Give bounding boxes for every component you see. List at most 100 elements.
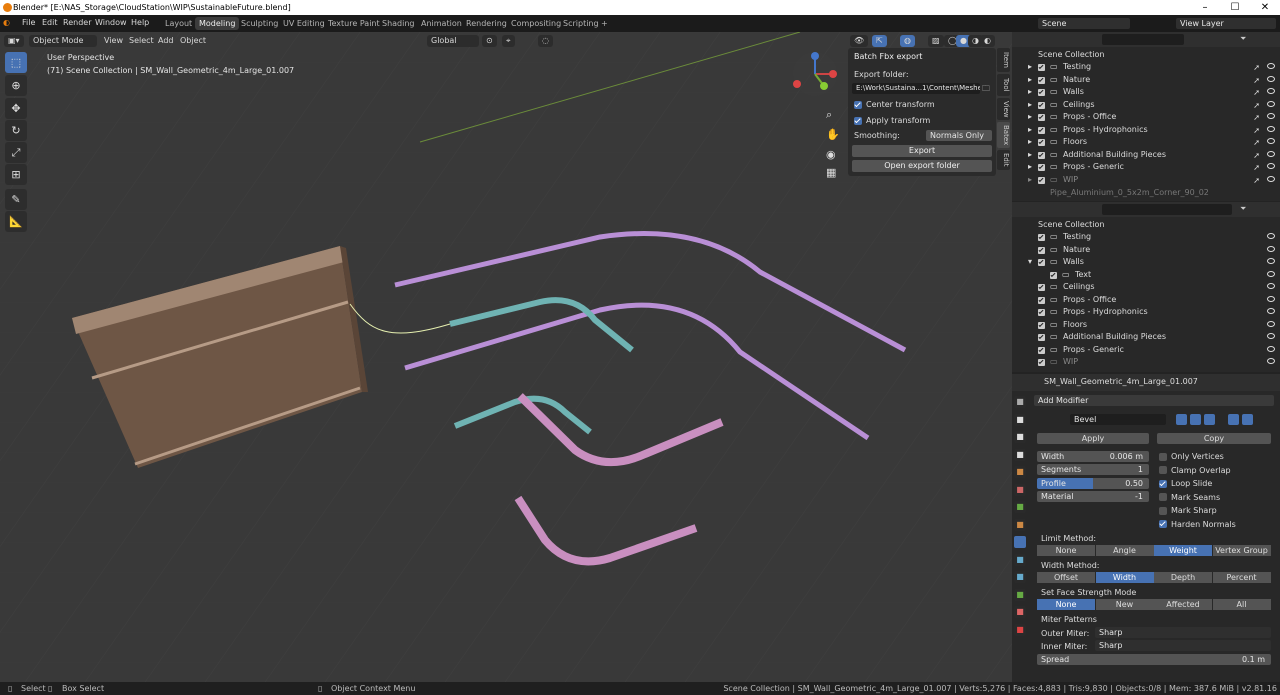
rendered-shading-icon[interactable]: ◐ (980, 35, 995, 47)
orientation-dropdown[interactable]: Global (427, 35, 479, 47)
scene-selector[interactable]: Scene (1038, 18, 1130, 29)
properties-tab-world-icon[interactable]: ■ (1014, 483, 1026, 496)
properties-tab-collection-icon[interactable]: ■ (1014, 501, 1026, 513)
visibility-eye-icon[interactable] (1267, 63, 1275, 69)
tab-animation[interactable]: Animation (417, 17, 466, 30)
add-modifier-dropdown[interactable]: Add Modifier (1034, 395, 1274, 406)
visibility-eye-icon[interactable] (1267, 295, 1275, 302)
outliner-item[interactable]: ▸ ▭ Floors ➚ (1012, 136, 1280, 148)
properties-tab-object-icon[interactable]: ■ (1014, 518, 1026, 531)
selectable-icon[interactable]: ➚ (1253, 125, 1260, 137)
annotate-tool-icon[interactable]: ✎ (5, 189, 27, 210)
exclude-checkbox[interactable] (1038, 296, 1045, 304)
exclude-checkbox[interactable] (1038, 114, 1045, 121)
visibility-eye-icon[interactable] (1267, 138, 1275, 144)
tab-layout[interactable]: Layout (161, 17, 196, 30)
exclude-checkbox[interactable] (1038, 64, 1045, 71)
outliner-item[interactable]: ▸ ▭ Ceilings ➚ (1012, 99, 1280, 111)
smoothing-dropdown[interactable]: Normals Only (926, 130, 992, 141)
exclude-checkbox[interactable] (1038, 346, 1045, 354)
outliner-item[interactable]: ▸ ▭ Walls ➚ (1012, 86, 1280, 98)
tab-modeling[interactable]: Modeling (195, 17, 240, 30)
outliner-item[interactable]: ▸ ▭ Props - Office ➚ (1012, 111, 1280, 123)
outliner2-item[interactable]: ▭ Props - Office (1012, 294, 1280, 306)
scale-tool-icon[interactable]: ⤢ (5, 142, 27, 163)
properties-tab-data-icon[interactable]: ■ (1014, 606, 1026, 618)
expand-arrow-icon[interactable]: ▸ (1028, 74, 1032, 86)
visibility-eye-icon[interactable] (1267, 245, 1275, 252)
checkbox-mark-sharp[interactable]: Mark Sharp (1159, 506, 1217, 515)
maximize-icon[interactable]: ☐ (1220, 0, 1250, 15)
exclude-checkbox[interactable] (1038, 126, 1045, 134)
exclude-checkbox[interactable] (1038, 176, 1045, 184)
properties-tab-particles-icon[interactable]: ■ (1014, 553, 1026, 566)
properties-tab-material-icon[interactable]: ■ (1014, 623, 1026, 636)
exclude-checkbox[interactable] (1050, 271, 1057, 279)
add-workspace-icon[interactable]: + (597, 17, 612, 30)
grid-view-icon[interactable]: ▦ (826, 166, 836, 179)
outliner2-item[interactable]: ▭ Props - Hydrophonics (1012, 306, 1280, 318)
camera-toggle-icon[interactable] (1176, 414, 1187, 425)
outliner2-item[interactable]: ▾ ▭ Walls (1012, 256, 1280, 268)
visibility-eye-icon[interactable] (1267, 283, 1275, 289)
copy-button[interactable]: Copy (1157, 433, 1271, 444)
editor-type-icon[interactable]: ▣▾ (4, 35, 24, 47)
expand-arrow-icon[interactable]: ▸ (1028, 136, 1032, 148)
exclude-checkbox[interactable] (1038, 234, 1045, 241)
expand-arrow-icon[interactable]: ▸ (1028, 111, 1032, 123)
selectable-icon[interactable]: ➚ (1253, 150, 1260, 162)
menu-file[interactable]: File (22, 18, 35, 27)
apply-transform-checkbox[interactable]: Apply transform (854, 116, 930, 125)
properties-tab-render-icon[interactable]: ■ (1014, 413, 1026, 426)
checkbox-mark-seams[interactable]: Mark Seams (1159, 493, 1220, 502)
viewport-menu-object[interactable]: Object (180, 35, 206, 47)
rotate-tool-icon[interactable]: ↻ (5, 120, 27, 141)
snap-icon[interactable]: ⌖ (502, 35, 515, 47)
menu-render[interactable]: Render (63, 18, 91, 27)
modifier-name-field[interactable]: Bevel (1070, 414, 1166, 425)
face-option-new[interactable]: New (1095, 599, 1154, 610)
outliner2-item[interactable]: ▭ Ceilings (1012, 281, 1280, 293)
center-transform-checkbox[interactable]: Center transform (854, 100, 935, 109)
exclude-checkbox[interactable] (1038, 76, 1045, 84)
checkbox-harden-normals[interactable]: Harden Normals (1159, 520, 1236, 529)
material-field[interactable]: Material -1 (1037, 491, 1149, 502)
properties-tab-output-icon[interactable]: ■ (1014, 431, 1026, 443)
selectable-icon[interactable]: ➚ (1253, 87, 1260, 99)
visibility-eye-icon[interactable] (1267, 125, 1275, 132)
tab-rendering[interactable]: Rendering (462, 17, 511, 30)
pivot-icon[interactable]: ⊙ (482, 35, 497, 47)
outliner2-item[interactable]: ▭ WIP (1012, 356, 1280, 368)
tab-shading[interactable]: Shading (378, 17, 419, 30)
selectable-icon[interactable]: ➚ (1253, 175, 1260, 187)
face-option-none[interactable]: None (1037, 599, 1095, 610)
selectable-icon[interactable]: ➚ (1253, 162, 1260, 174)
visibility-eye-icon[interactable] (1267, 345, 1275, 352)
editmode-toggle-icon[interactable] (1204, 414, 1215, 425)
view-layer-selector[interactable]: View Layer (1176, 18, 1276, 29)
minimize-icon[interactable]: – (1190, 0, 1220, 15)
menu-help[interactable]: Help (131, 18, 149, 27)
expand-arrow-icon[interactable]: ▸ (1028, 61, 1032, 73)
properties-tab-tool-icon[interactable]: ■ (1014, 396, 1026, 408)
visibility-eye-icon[interactable] (1267, 333, 1275, 339)
tab-view[interactable]: View (997, 98, 1010, 120)
export-folder-field[interactable]: E:\Work\Sustaina...1\Content\Meshes\ (852, 83, 980, 94)
move-tool-icon[interactable]: ✥ (5, 98, 27, 119)
properties-tab-physics-icon[interactable]: ■ (1014, 571, 1026, 583)
transform-tool-icon[interactable]: ⊞ (5, 164, 27, 185)
outliner-item[interactable]: ▸ ▭ WIP ➚ (1012, 174, 1280, 186)
visibility-eye-icon[interactable] (1267, 88, 1275, 94)
profile-slider[interactable]: Profile 0.50 (1037, 478, 1149, 489)
properties-tab-scene-icon[interactable]: ■ (1014, 466, 1026, 478)
limit-option-vertex-group[interactable]: Vertex Group (1212, 545, 1271, 556)
filter-icon[interactable]: ⏷ (1240, 34, 1246, 44)
expand-arrow-icon[interactable]: ▸ (1028, 99, 1032, 111)
face-option-affected[interactable]: Affected (1154, 599, 1212, 610)
visibility-eye-icon[interactable] (1267, 100, 1275, 107)
wmethod-option-depth[interactable]: Depth (1154, 572, 1212, 583)
gizmo-toggle-icon[interactable]: ⇱ (872, 35, 887, 47)
tab-uv-editing[interactable]: UV Editing (279, 17, 329, 30)
proportional-edit-icon[interactable]: ◌ (538, 35, 553, 47)
tab-texture-paint[interactable]: Texture Paint (324, 17, 384, 30)
